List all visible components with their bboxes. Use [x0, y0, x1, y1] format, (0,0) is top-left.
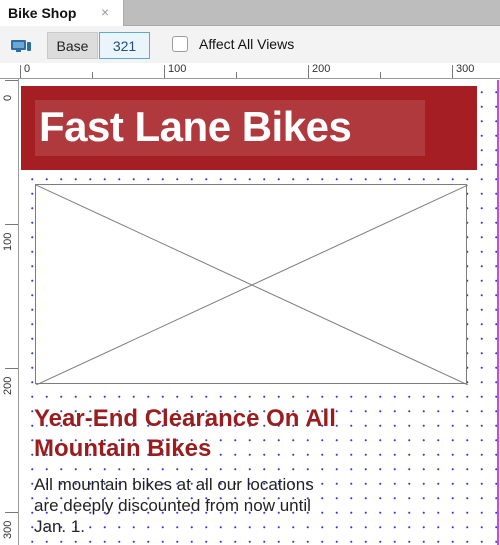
ruler-tick: [164, 65, 165, 78]
image-placeholder-icon: [36, 185, 468, 385]
ruler-tick: [92, 72, 93, 78]
tab-bike-shop[interactable]: Bike Shop ×: [0, 0, 124, 26]
view-width-field[interactable]: 321: [99, 32, 150, 59]
ruler-v-label-100: 100: [2, 232, 14, 251]
monitor-icon[interactable]: [10, 39, 32, 53]
close-icon[interactable]: ×: [101, 4, 109, 20]
header-banner[interactable]: Fast Lane Bikes: [21, 86, 477, 170]
image-placeholder[interactable]: [35, 184, 468, 385]
affect-all-views-checkbox[interactable]: [172, 36, 188, 52]
ruler-tick: [380, 72, 381, 78]
tab-title: Bike Shop: [8, 5, 77, 21]
ruler-tick: [5, 80, 18, 81]
tab-bar: Bike Shop ×: [0, 0, 500, 26]
ruler-tick: [5, 224, 18, 225]
base-view-button[interactable]: Base: [47, 32, 98, 59]
ruler-h-label-200: 200: [312, 63, 331, 75]
ruler-v-label-0: 0: [2, 94, 14, 101]
ruler-tick: [236, 72, 237, 78]
ruler-tick: [308, 65, 309, 78]
ruler-tick: [20, 65, 21, 78]
headline[interactable]: Year-End Clearance On All Mountain Bikes: [34, 404, 394, 464]
ruler-v-label-300: 300: [2, 520, 14, 539]
ruler-h-label-300: 300: [456, 63, 475, 75]
breakpoint-guide[interactable]: [497, 80, 499, 545]
ruler-tick: [5, 512, 18, 513]
ruler-v-label-200: 200: [2, 376, 14, 395]
ruler-tick: [452, 65, 453, 78]
affect-all-views-label[interactable]: Affect All Views: [199, 36, 294, 52]
design-canvas[interactable]: Fast Lane Bikes Year-End Clearance On Al…: [20, 80, 500, 545]
header-title[interactable]: Fast Lane Bikes: [39, 103, 352, 151]
ruler-tick: [5, 368, 18, 369]
ruler-h-label-0: 0: [24, 63, 31, 75]
vertical-ruler[interactable]: 0 100 200 300: [0, 79, 19, 545]
ruler-h-label-100: 100: [168, 63, 187, 75]
horizontal-ruler[interactable]: 0 100 200 300: [0, 63, 500, 79]
body-paragraph[interactable]: All mountain bikes at all our locations …: [34, 474, 334, 537]
